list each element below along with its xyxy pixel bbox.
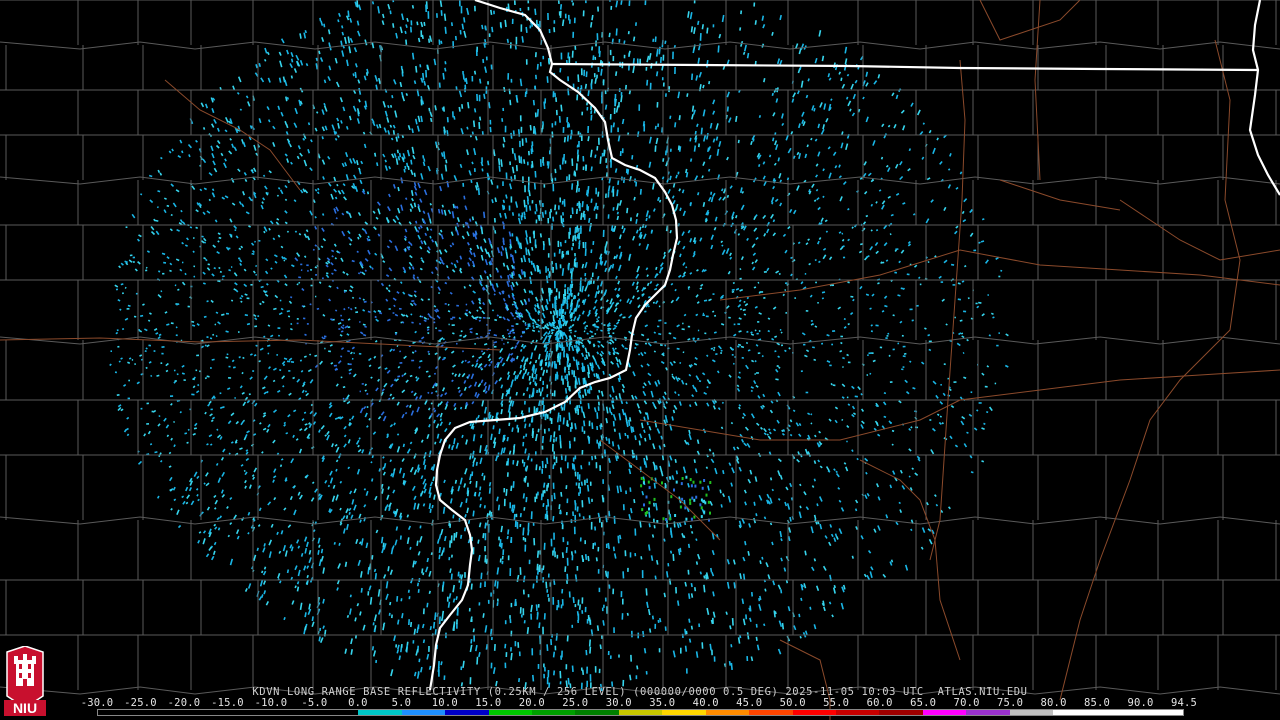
colorbar-segment [662, 710, 706, 715]
colorbar-segment [1052, 710, 1097, 715]
scale-tick-label: 94.5 [1170, 697, 1198, 709]
scale-tick-label: -20.0 [167, 697, 201, 709]
logo-text: NIU [13, 700, 37, 716]
colorbar-segment [141, 710, 185, 715]
colorbar-segment [966, 710, 1010, 715]
scale-tick-label: 75.0 [997, 697, 1024, 709]
scale-tick-label: 15.0 [475, 697, 502, 709]
scale-tick-label: -30.0 [80, 697, 114, 709]
colorbar-segment [271, 710, 316, 715]
colorbar-segment [184, 710, 229, 715]
colorbar-segment [358, 710, 402, 715]
colorbar-segment [445, 710, 489, 715]
scale-tick-label: 5.0 [391, 697, 412, 709]
scale-tick-label: 30.0 [605, 697, 632, 709]
colorbar-segment [705, 710, 750, 715]
scale-tick-label: 60.0 [866, 697, 893, 709]
colorbar-segment [315, 710, 359, 715]
colorbar-segment [792, 710, 836, 715]
colorbar-segment [1139, 710, 1184, 715]
scale-tick-label: -25.0 [124, 697, 157, 709]
scale-tick-label: 85.0 [1083, 697, 1111, 709]
scale-tick-label: 70.0 [953, 697, 980, 709]
scale-tick-label: 55.0 [823, 697, 850, 709]
colorbar-segment [532, 710, 576, 715]
colorbar-segment [1096, 710, 1140, 715]
scale-tick-label: -10.0 [254, 697, 288, 709]
colorbar-segment [575, 710, 619, 715]
colorbar-segment [835, 710, 880, 715]
colorbar-segment [749, 710, 793, 715]
colorbar-segment [1009, 710, 1053, 715]
scale-tick-label: -15.0 [211, 697, 244, 709]
reflectivity-colorbar [97, 709, 1184, 716]
scale-tick-label: 35.0 [649, 697, 676, 709]
scale-tick-label: 20.0 [518, 697, 545, 709]
scale-tick-label: 65.0 [910, 697, 937, 709]
colorbar-segment [922, 710, 967, 715]
colorbar-segment [401, 710, 446, 715]
scale-tick-label: 0.0 [348, 697, 368, 709]
scale-tick-label: 45.0 [736, 697, 763, 709]
colorbar-segment [228, 710, 272, 715]
scale-tick-label: 80.0 [1040, 697, 1067, 709]
scale-ticks: -30.0 -25.0 -20.0 -15.0 -10.0 -5.0 0.0 5.0 10.0 1… [81, 697, 1197, 709]
niu-logo: NIU [4, 646, 46, 716]
scale-tick-label: 25.0 [562, 697, 589, 709]
scale-tick-label: 40.0 [692, 697, 719, 709]
scale-tick-label: 90.0 [1127, 697, 1154, 709]
colorbar-segment [488, 710, 533, 715]
scale-tick-label: 50.0 [779, 697, 806, 709]
colorbar-segment [879, 710, 923, 715]
scale-tick-label: 10.0 [431, 697, 458, 709]
scale-tick-label: -5.0 [301, 697, 328, 709]
radar-map [0, 0, 1280, 720]
colorbar-segment [618, 710, 663, 715]
colorbar-segment [98, 710, 142, 715]
